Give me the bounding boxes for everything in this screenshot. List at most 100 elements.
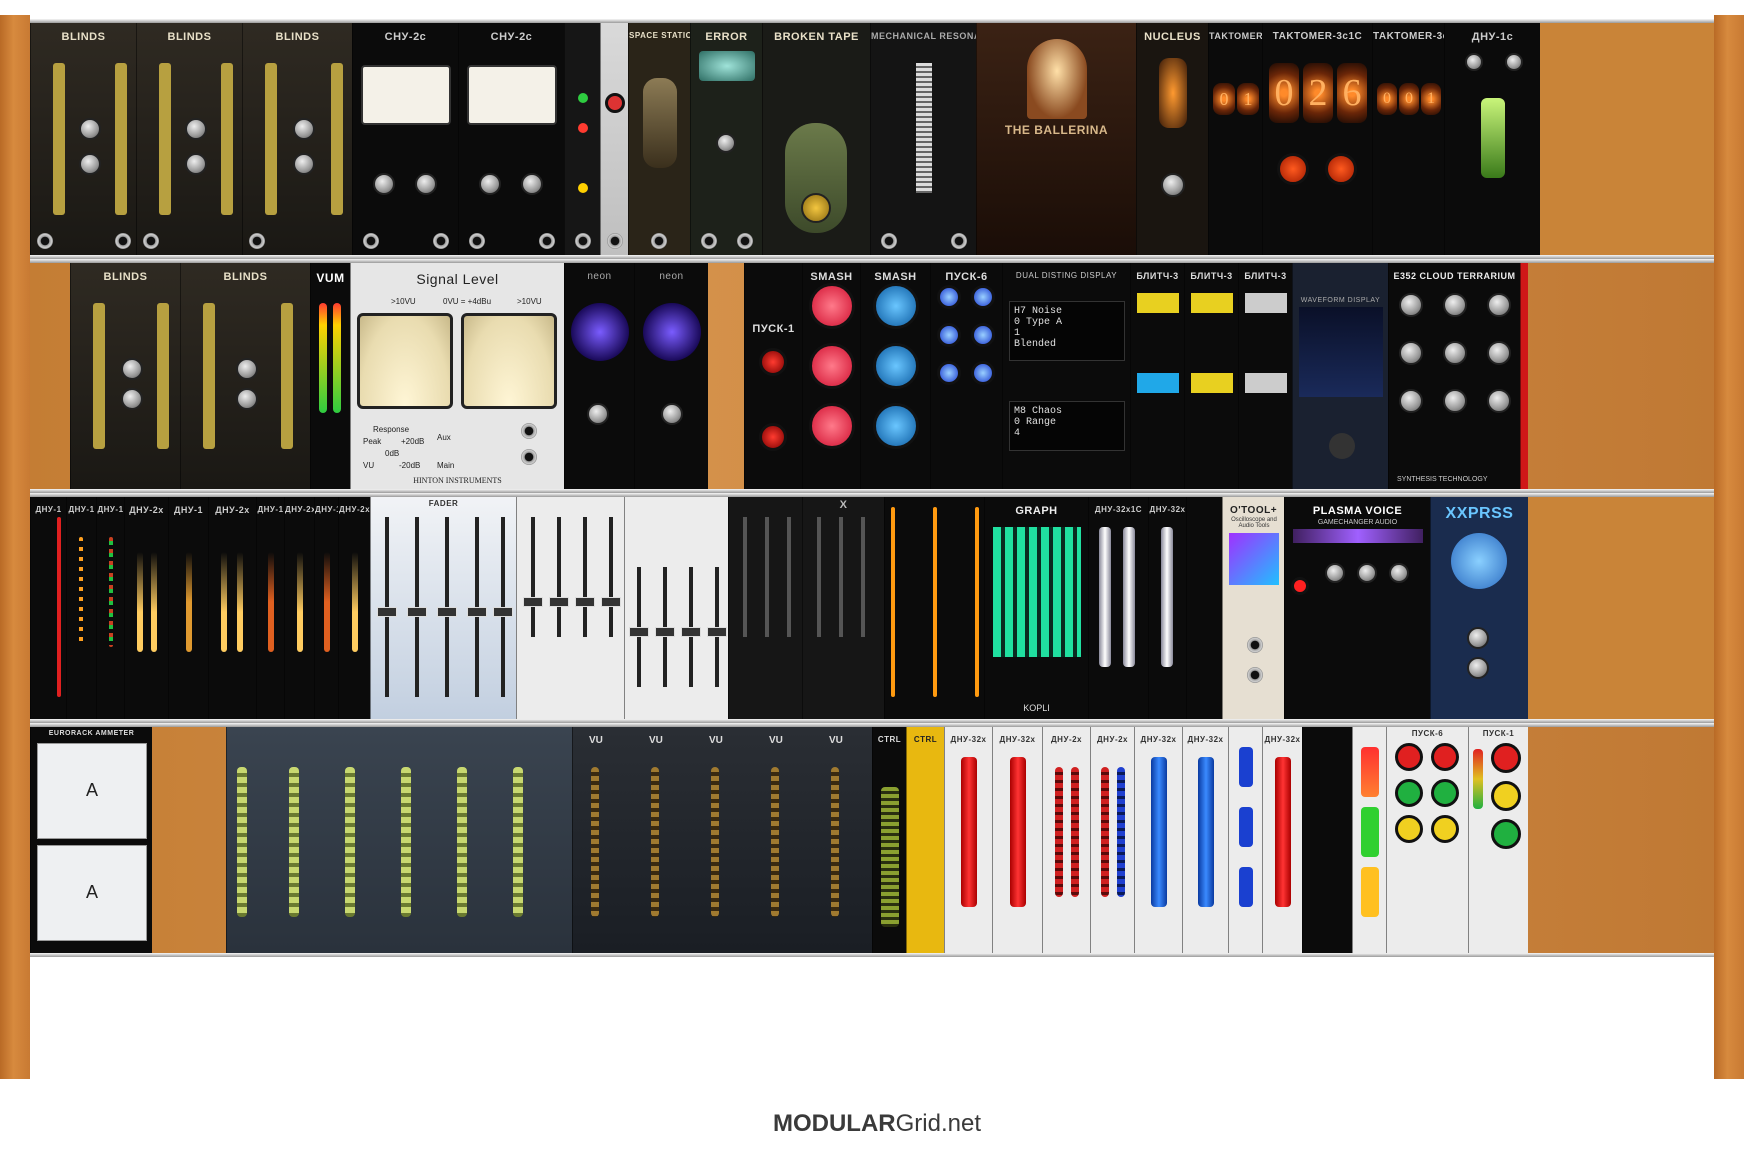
- jack[interactable]: [881, 233, 897, 249]
- module-utility[interactable]: [564, 23, 600, 255]
- module-blinds[interactable]: BLINDS: [242, 23, 352, 255]
- knob[interactable]: [1399, 341, 1423, 365]
- encoder[interactable]: [1329, 433, 1355, 459]
- module-taktomer-3c1c[interactable]: TAKTOMER-3с1С 0 2 6: [1262, 23, 1372, 255]
- arcade-button[interactable]: [809, 343, 855, 389]
- knob[interactable]: [185, 118, 207, 140]
- module-ctrl-yellow[interactable]: CTRL: [906, 727, 944, 953]
- knob[interactable]: [1467, 627, 1489, 649]
- module-broken-tape[interactable]: BROKEN TAPE: [762, 23, 870, 255]
- module-blinds[interactable]: BLINDS: [70, 263, 180, 489]
- knob[interactable]: [185, 153, 207, 175]
- slider-handle[interactable]: [629, 627, 649, 637]
- module-silver-utility[interactable]: [600, 23, 628, 255]
- module-dnu-1[interactable]: ДНУ-1: [96, 497, 124, 719]
- module-dnu-2x[interactable]: ДНУ-2х: [1042, 727, 1090, 953]
- color-button[interactable]: [1491, 743, 1521, 773]
- module-nucleus[interactable]: NUCLEUS: [1136, 23, 1208, 255]
- module-chu-2c[interactable]: СНУ-2с: [352, 23, 458, 255]
- blue-button[interactable]: [971, 285, 995, 309]
- jack[interactable]: [115, 233, 131, 249]
- module-mechanical-resonator[interactable]: MECHANICAL RESONATOR: [870, 23, 976, 255]
- jack[interactable]: [1247, 637, 1263, 653]
- red-button[interactable]: [605, 93, 625, 113]
- module-level-meter-bank[interactable]: [226, 727, 572, 953]
- arcade-button[interactable]: [873, 283, 919, 329]
- knob[interactable]: [1467, 657, 1489, 679]
- jack[interactable]: [651, 233, 667, 249]
- knob[interactable]: [293, 118, 315, 140]
- knob[interactable]: [236, 388, 258, 410]
- arcade-button[interactable]: [809, 403, 855, 449]
- module-dnu-1[interactable]: ДНУ-1: [66, 497, 96, 719]
- knob[interactable]: [716, 133, 736, 153]
- knob[interactable]: [661, 403, 683, 425]
- module-xxprss[interactable]: XXPRSS: [1430, 497, 1528, 719]
- knob[interactable]: [1465, 53, 1483, 71]
- slider-handle[interactable]: [377, 607, 397, 617]
- module-dnu-2x[interactable]: ДНУ-2х: [338, 497, 370, 719]
- module-dnu-32x[interactable]: ДНУ-32х: [944, 727, 992, 953]
- knob[interactable]: [1357, 563, 1377, 583]
- slider-handle[interactable]: [549, 597, 569, 607]
- knob[interactable]: [79, 118, 101, 140]
- module-plasma-voice[interactable]: PLASMA VOICE GAMECHANGER AUDIO: [1284, 497, 1430, 719]
- knob[interactable]: [1389, 563, 1409, 583]
- color-button[interactable]: [1431, 815, 1459, 843]
- knob[interactable]: [1443, 293, 1467, 317]
- color-button[interactable]: [1491, 781, 1521, 811]
- knob[interactable]: [293, 153, 315, 175]
- slider-handle[interactable]: [493, 607, 513, 617]
- slider-handle[interactable]: [601, 597, 621, 607]
- module-x-mixer[interactable]: X: [802, 497, 884, 719]
- jack[interactable]: [249, 233, 265, 249]
- jack[interactable]: [37, 233, 53, 249]
- module-waveform-display[interactable]: WAVEFORM DISPLAY: [1292, 263, 1388, 489]
- module-smash-blue[interactable]: SMASH: [860, 263, 930, 489]
- jack[interactable]: [575, 233, 591, 249]
- blue-button[interactable]: [937, 323, 961, 347]
- slider-handle[interactable]: [655, 627, 675, 637]
- blue-button[interactable]: [937, 285, 961, 309]
- knob[interactable]: [1161, 173, 1185, 197]
- red-button[interactable]: [1325, 153, 1357, 185]
- module-space-station[interactable]: SPACE STATION: [628, 23, 690, 255]
- jack[interactable]: [737, 233, 753, 249]
- jack[interactable]: [521, 423, 537, 439]
- knob[interactable]: [1505, 53, 1523, 71]
- red-button[interactable]: [759, 348, 787, 376]
- jack[interactable]: [433, 233, 449, 249]
- arcade-button[interactable]: [809, 283, 855, 329]
- knob[interactable]: [1487, 293, 1511, 317]
- module-pusk-1-color[interactable]: ПУСК-1: [1468, 727, 1528, 953]
- knob[interactable]: [373, 173, 395, 195]
- slider-handle[interactable]: [681, 627, 701, 637]
- jack[interactable]: [521, 449, 537, 465]
- module-dnu-32x1c[interactable]: ДНУ-32х1С: [1088, 497, 1148, 719]
- knob[interactable]: [479, 173, 501, 195]
- module-blue-leds[interactable]: [1228, 727, 1262, 953]
- color-button[interactable]: [1395, 743, 1423, 771]
- knob[interactable]: [121, 388, 143, 410]
- pitch-button[interactable]: [1291, 577, 1309, 595]
- module-chu-2c[interactable]: СНУ-2с: [458, 23, 564, 255]
- module-dnu-1[interactable]: ДНУ-1: [30, 497, 66, 719]
- knob[interactable]: [1487, 389, 1511, 413]
- module-graph[interactable]: GRAPH KOPLI: [984, 497, 1088, 719]
- jack[interactable]: [363, 233, 379, 249]
- footer-brand[interactable]: MODULARGrid.net: [0, 1110, 1754, 1138]
- knob[interactable]: [1399, 293, 1423, 317]
- module-dnu-32x[interactable]: ДНУ-32х: [1182, 727, 1228, 953]
- knob[interactable]: [1487, 341, 1511, 365]
- jack[interactable]: [539, 233, 555, 249]
- module-signal-level[interactable]: Signal Level >10VU 0VU = +4dBu >10VU Res…: [350, 263, 564, 489]
- module-dnu-2x[interactable]: ДНУ-2х: [124, 497, 168, 719]
- module-ballerina[interactable]: THE BALLERINA: [976, 23, 1136, 255]
- jack[interactable]: [143, 233, 159, 249]
- module-blitch-3[interactable]: БЛИТЧ-3: [1130, 263, 1184, 489]
- knob[interactable]: [236, 358, 258, 380]
- slider-handle[interactable]: [407, 607, 427, 617]
- module-cloud-terrarium[interactable]: E352 CLOUD TERRARIUM SYNTHESIS TECHNOLOG…: [1388, 263, 1520, 489]
- color-button[interactable]: [1395, 779, 1423, 807]
- module-dnu-2x[interactable]: ДНУ-2х: [1090, 727, 1134, 953]
